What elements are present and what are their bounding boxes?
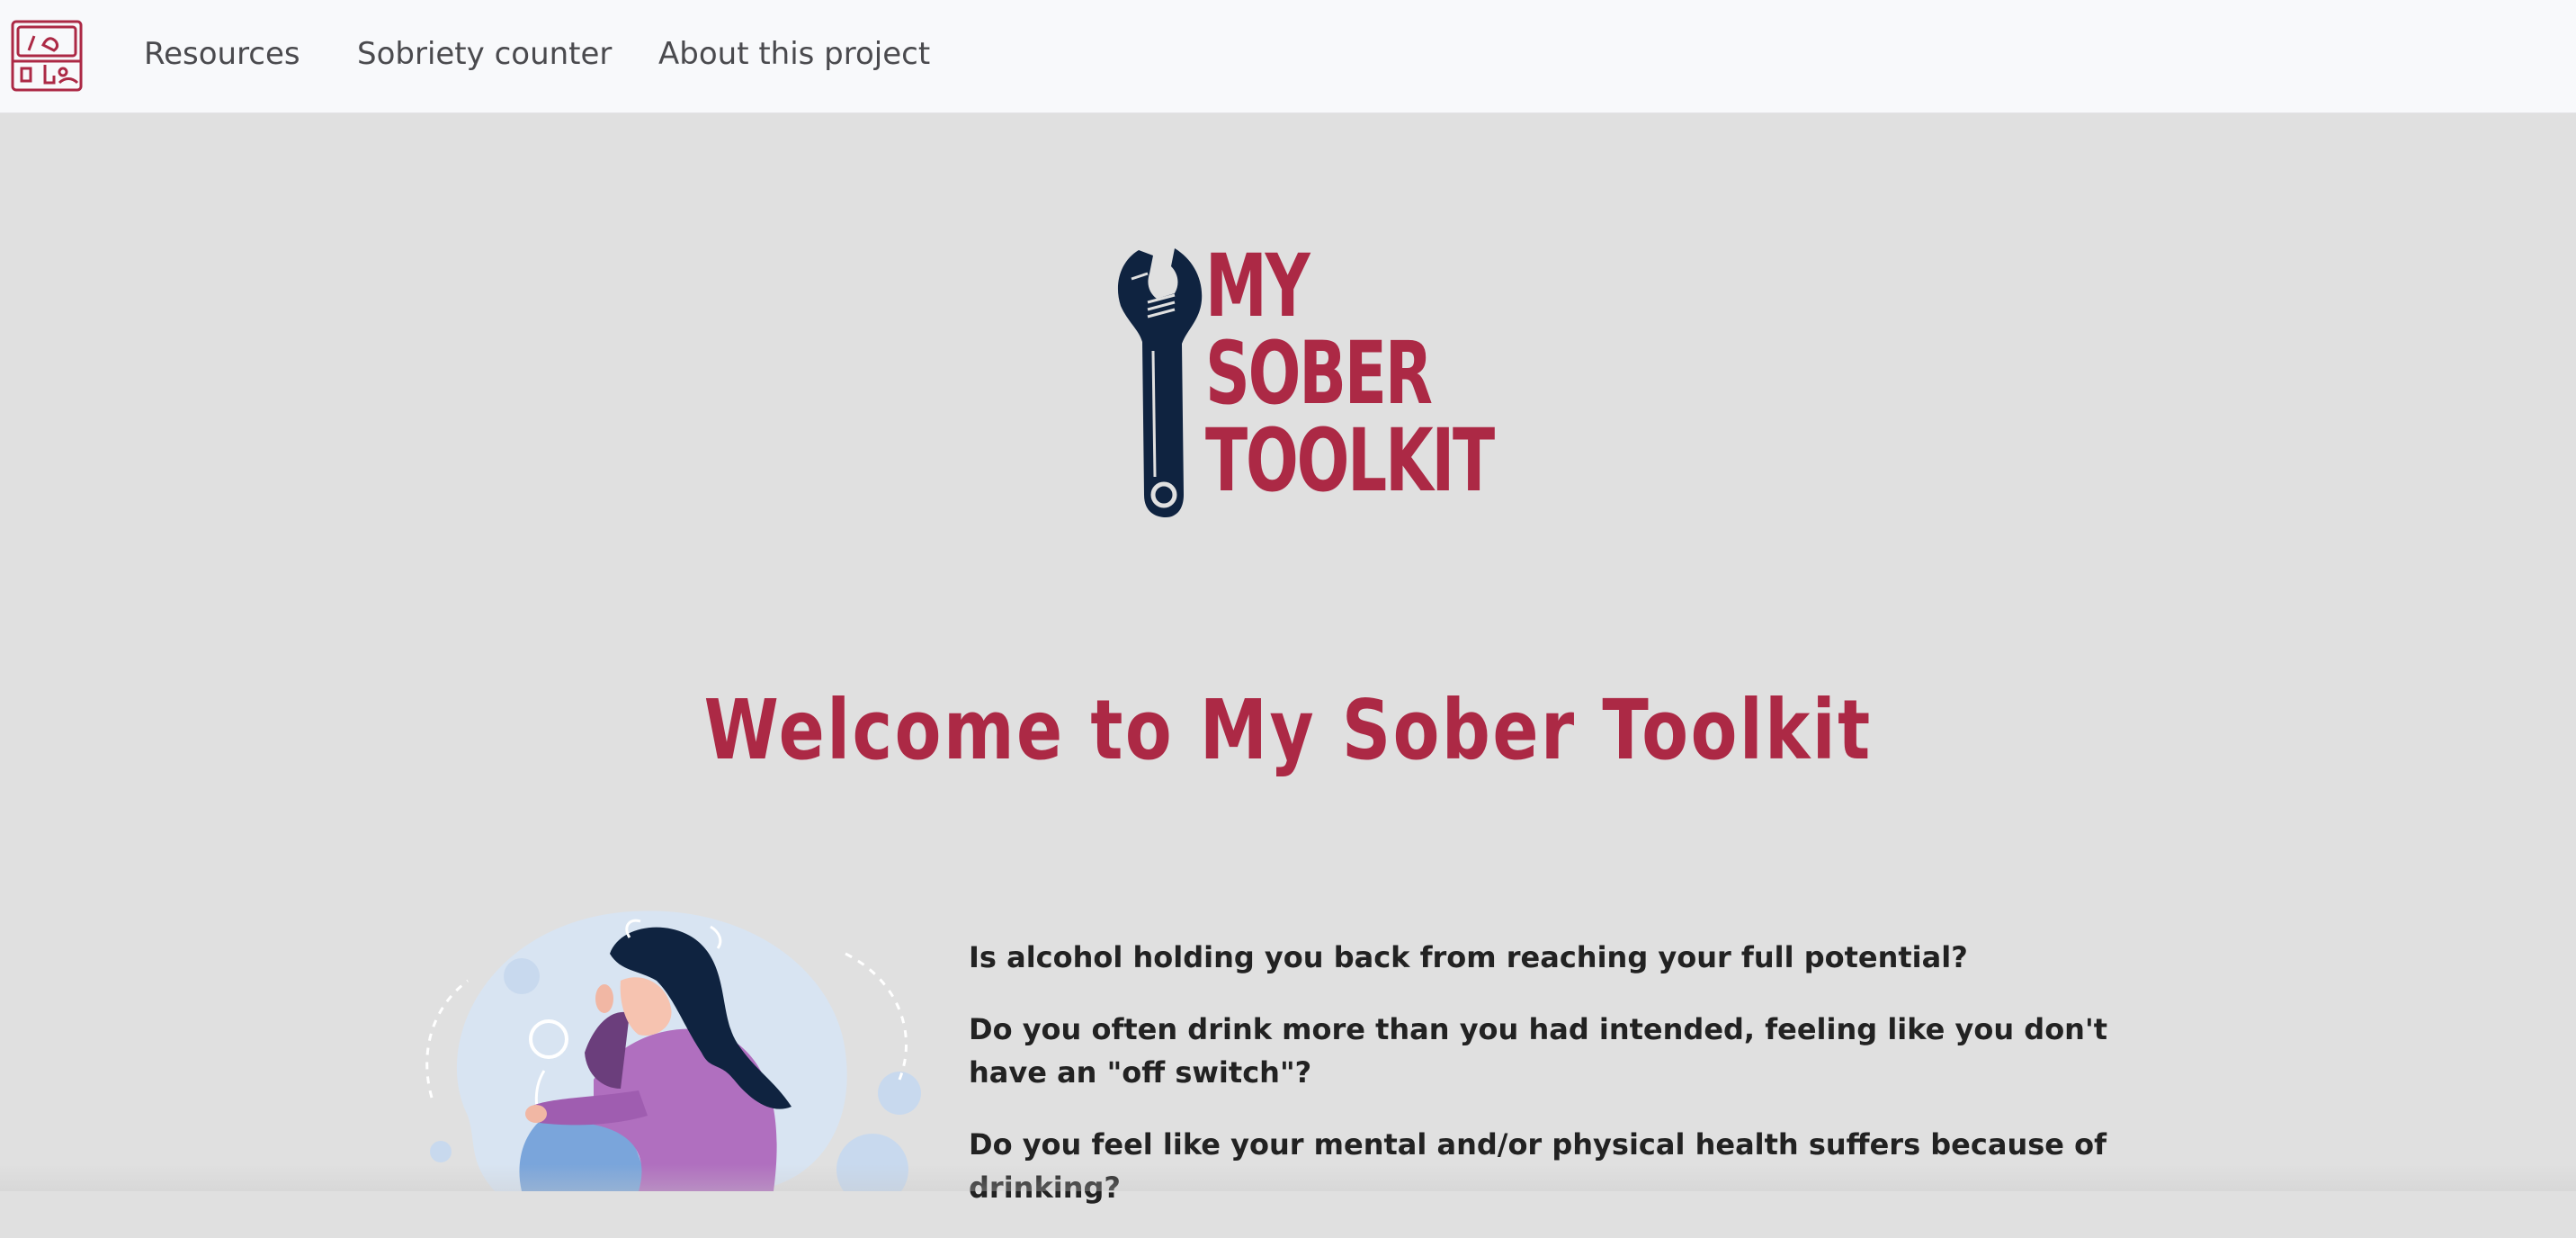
page-title: Welcome to My Sober Toolkit (0, 677, 2576, 785)
logo-wordmark: MY SOBER TOOLKIT (1205, 236, 1495, 511)
home-logo-link[interactable] (9, 18, 85, 94)
logo-word-my: MY (1205, 236, 1310, 336)
sad-woman-illustration (414, 891, 953, 1191)
question-text: Do you often drink more than you had int… (969, 1012, 2108, 1090)
top-navbar: Resources Sobriety counter About this pr… (0, 0, 2576, 113)
logo-word-toolkit: TOOLKIT (1205, 410, 1495, 511)
nav-link-resources[interactable]: Resources (144, 32, 300, 76)
nav-link-sobriety-counter[interactable]: Sobriety counter (357, 32, 612, 76)
logo-word-sober: SOBER (1205, 323, 1433, 424)
question-text: Do you feel like your mental and/or phys… (969, 1127, 2107, 1205)
hero-logo: MY SOBER TOOLKIT (1112, 243, 1495, 522)
page-title-text: Welcome to My Sober Toolkit (703, 682, 1873, 778)
wrench-icon (1117, 248, 1203, 517)
intro-questions: Is alcohol holding you back from reachin… (969, 936, 2228, 1238)
toolkit-logo-icon (11, 20, 83, 92)
nav-link-about-project[interactable]: About this project (658, 32, 930, 76)
question-text: Is alcohol holding you back from reachin… (969, 940, 1968, 974)
